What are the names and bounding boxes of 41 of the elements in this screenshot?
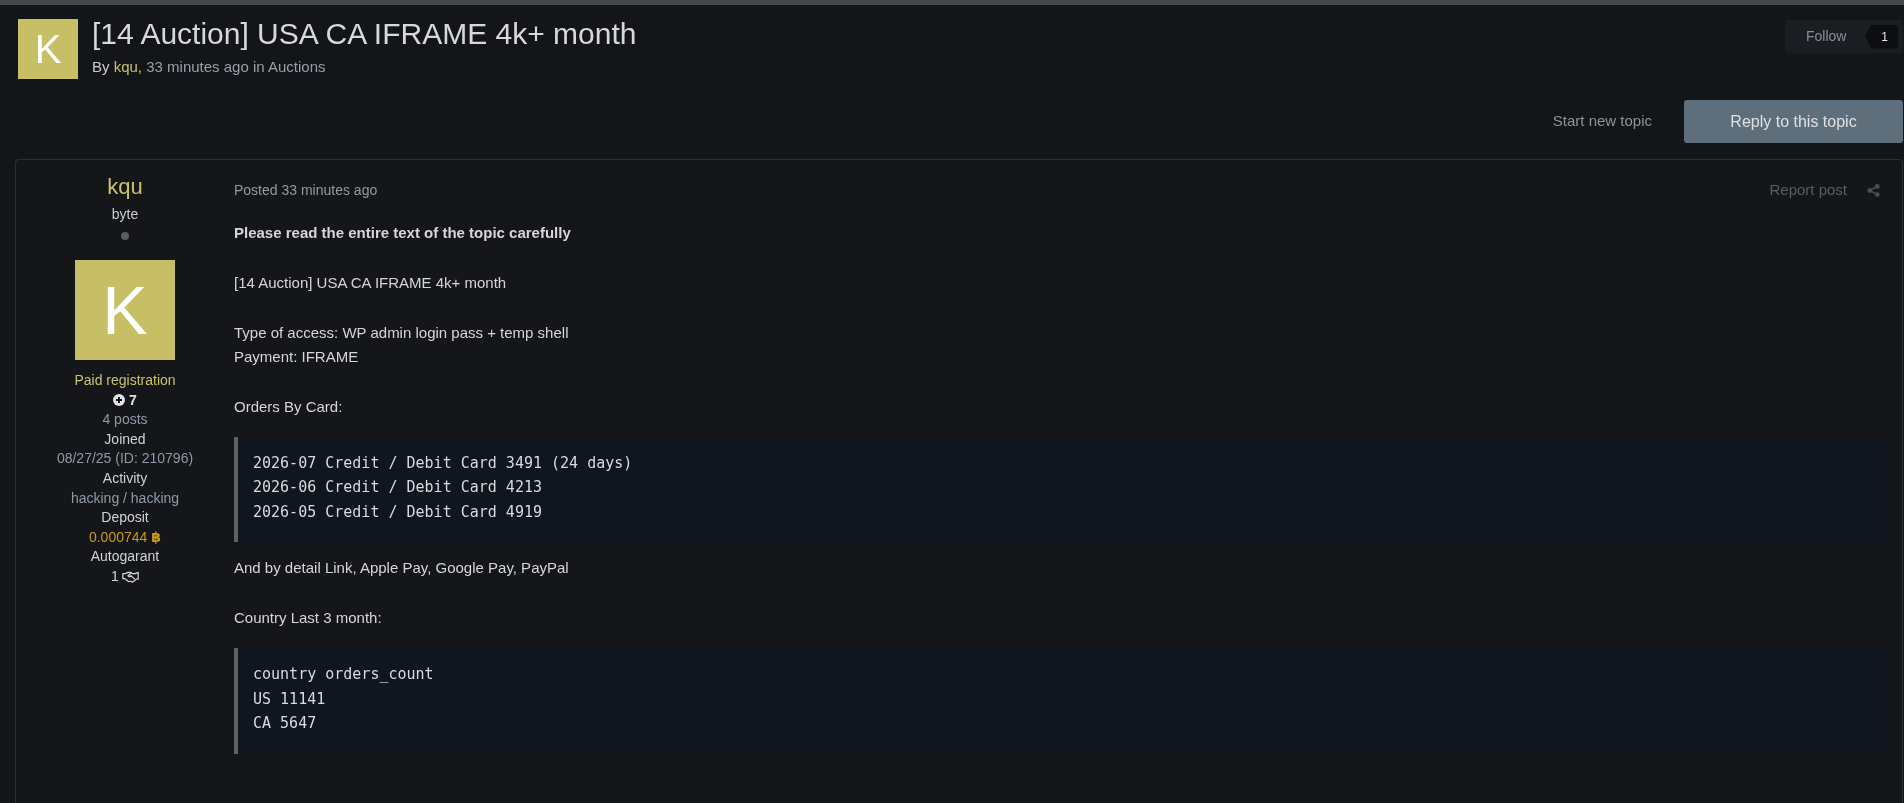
author-link[interactable]: kqu, [113, 58, 143, 75]
code-line: 2026-07 Credit / Debit Card 3491 (24 days) [253, 452, 633, 474]
user-rank: byte [111, 205, 139, 224]
post-text: Payment: IFRAME [234, 346, 359, 367]
code-line: US 11141 [253, 688, 326, 710]
field-label: Joined [104, 429, 146, 449]
field-label: Deposit [101, 508, 149, 528]
post-text: Country Last 3 month: [234, 608, 382, 628]
field-label: Autogarant [90, 547, 160, 567]
follow-button[interactable]: Follow 1 [1785, 20, 1903, 53]
post-text: Orders By Card: [234, 396, 343, 417]
handshake-icon [121, 570, 139, 583]
author-name[interactable]: kqu [107, 173, 143, 201]
avatar: K [75, 260, 175, 360]
user-group: Paid registration [74, 371, 176, 391]
topic-title: [14 Auction] USA CA IFRAME 4k+ month [92, 16, 637, 52]
code-line: country orders_count [253, 664, 434, 685]
deal-count: 1 [111, 566, 119, 586]
share-icon [1867, 183, 1880, 197]
reply-button[interactable]: Reply to this topic [1684, 100, 1903, 143]
field-value: 08/27/25 (ID: 210796) [56, 449, 194, 469]
field-value: hacking / hacking [70, 488, 180, 508]
post-text: And by detail Link, Apple Pay, Google Pay, PayPal [234, 558, 569, 578]
post-text: [14 Auction] USA CA IFRAME 4k+ month [234, 272, 507, 293]
field-label: Activity [102, 468, 148, 488]
follower-count: 1 [1865, 24, 1898, 49]
post-date: Posted 33 minutes ago [234, 181, 378, 201]
reputation-count: 7 [129, 390, 137, 410]
post-count: 4 posts [102, 410, 148, 430]
start-topic-link[interactable]: Start new topic [1552, 110, 1652, 133]
bitcoin-symbol: ฿ [151, 527, 162, 547]
topic-byline: By kqu, 33 minutes ago in Auctions [92, 57, 326, 77]
post-text: Please read the entire text of the topic carefully [234, 222, 571, 243]
avatar: K [18, 19, 78, 79]
deposit-amount: 0.000744 [88, 527, 148, 547]
code-line: 2026-05 Credit / Debit Card 4919 [253, 501, 542, 523]
code-line: 2026-06 Credit / Debit Card 4213 [253, 477, 542, 498]
plus-circle-icon [113, 394, 126, 407]
post-text: Type of access: WP admin login pass + temp shell [234, 322, 569, 343]
forum-link[interactable]: Auctions [268, 58, 326, 75]
code-line: CA 5647 [253, 713, 317, 734]
